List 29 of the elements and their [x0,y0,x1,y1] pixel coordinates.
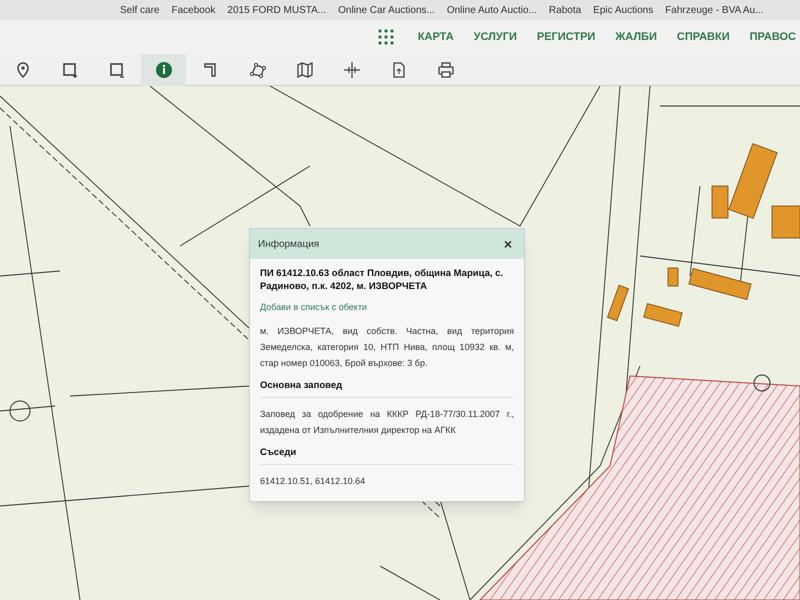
close-button[interactable]: × [500,237,516,251]
print-icon [436,60,456,80]
map-icon [294,60,314,80]
section-text: 61412.10.51, 61412.10.64 [260,475,366,488]
info-icon [154,60,174,80]
nav-link[interactable]: УСЛУГИ [474,28,517,46]
nav-link[interactable]: ЖАЛБИ [615,28,657,46]
nav-link[interactable]: СПРАВКИ [676,28,730,46]
grid-menu-icon[interactable] [378,29,394,45]
section-heading: Съседи [260,446,514,465]
bookmark-link[interactable]: Online Auto Auctio... [446,2,537,18]
section-heading: Основна заповед [260,378,514,398]
popup-title: Информация [258,238,320,252]
bookmark-link[interactable]: Facebook [171,2,216,18]
bookmark-link[interactable]: Fahrzeuge - BVA Au... [665,2,764,18]
nav-link[interactable]: ПРАВОС [750,28,796,46]
bookmark-link[interactable]: Online Car Auctions... [338,2,435,18]
bookmark-link[interactable]: Rabota [548,2,582,18]
toolbar-button[interactable] [141,54,186,86]
nav-link[interactable]: КАРТА [418,28,454,46]
parcel-description: м. ИЗВОРЧЕТА, вид собств. Частна, вид територия Земеделска, категория 10, НТП Нива, площ 10932 кв. м, стар номер 010063, Брой върхове: 3 бр. [260,324,514,370]
bookmark-link[interactable]: 2015 FORD MUSTA... [227,2,326,18]
nav-link[interactable]: РЕГИСТРИ [536,28,596,46]
add-to-list-link[interactable]: Добави в списък с обекти [260,301,514,314]
bookmark-link[interactable]: Self care [120,2,160,18]
crosshair-icon [342,60,362,80]
parcel-heading: ПИ 61412.10.63 област Пловдив, община Марица, с. Радиново, п.к. 4202, м. ИЗВОРЧЕТА [260,267,504,293]
section-text: Заповед за одобрение на КККР РД-18-77/30.11.2007 г., издадена от Изпълнителния директор на АГКК [260,408,514,437]
bookmark-link[interactable]: Epic Auctions [593,2,654,18]
